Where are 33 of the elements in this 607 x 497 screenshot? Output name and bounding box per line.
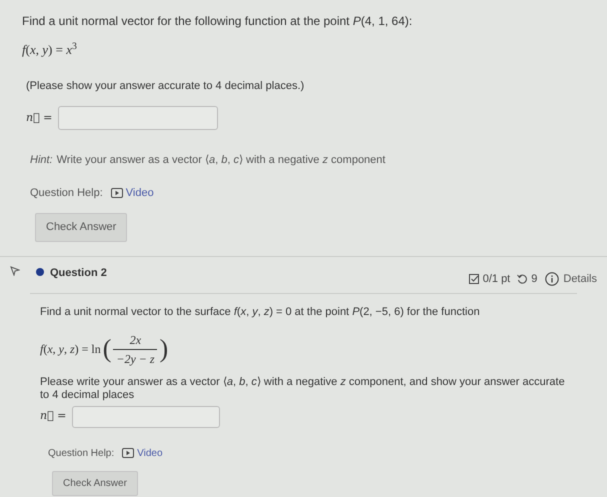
video-icon (110, 188, 123, 198)
right-paren: ) (159, 336, 168, 362)
function-formula: f(x, y, z) = ln (40, 341, 101, 358)
score-text: 0/1 pt (482, 272, 510, 286)
function-formula: f(x, y) = x$^{3}$ (22, 40, 78, 59)
answer-label: n⃗ = (26, 110, 52, 126)
question-title: Question 2 (50, 266, 107, 280)
check-answer-button[interactable]: Check Answer (52, 470, 138, 496)
retry-icon (517, 274, 528, 284)
bullet-icon (36, 268, 44, 276)
question-text: Find a unit normal vector to the surface f(x, y, z) = 0 at the point P(2, −5, 6) for the function (40, 305, 481, 320)
hint-text: Write your answer as a vector ⟨a, b, c⟩ with a negative z component (56, 153, 386, 168)
left-paren: ( (102, 336, 112, 362)
hint-label: Hint: (30, 153, 53, 168)
attempts-count: 9 (531, 272, 538, 286)
answer-field[interactable] (72, 406, 220, 428)
instruction-text: (Please show your answer accurate to 4 decimal places.) (26, 78, 306, 94)
fraction-numerator: 2x (130, 332, 142, 348)
video-link[interactable]: Video (122, 446, 163, 460)
cursor-icon (10, 266, 20, 276)
check-answer-button[interactable]: Check Answer (35, 213, 128, 242)
video-icon (122, 448, 134, 458)
details-link[interactable]: Details (563, 270, 597, 287)
fraction-denominator: −2y − z (116, 350, 155, 368)
answer-field[interactable] (58, 106, 218, 130)
info-icon (545, 272, 560, 286)
instruction-text: Please write your answer as a vector ⟨a, b, c⟩ with a negative z component, and show your answer accurate to 4 decimal places (40, 376, 566, 402)
checkbox-icon (468, 274, 479, 284)
help-label: Question Help: (30, 186, 103, 200)
answer-label: n⃗ = (40, 408, 66, 424)
video-link[interactable]: Video (110, 184, 154, 201)
help-label: Question Help: (48, 446, 114, 460)
question-text: Find a unit normal vector for the following function at the point P(4, 1, 64): (22, 13, 414, 30)
